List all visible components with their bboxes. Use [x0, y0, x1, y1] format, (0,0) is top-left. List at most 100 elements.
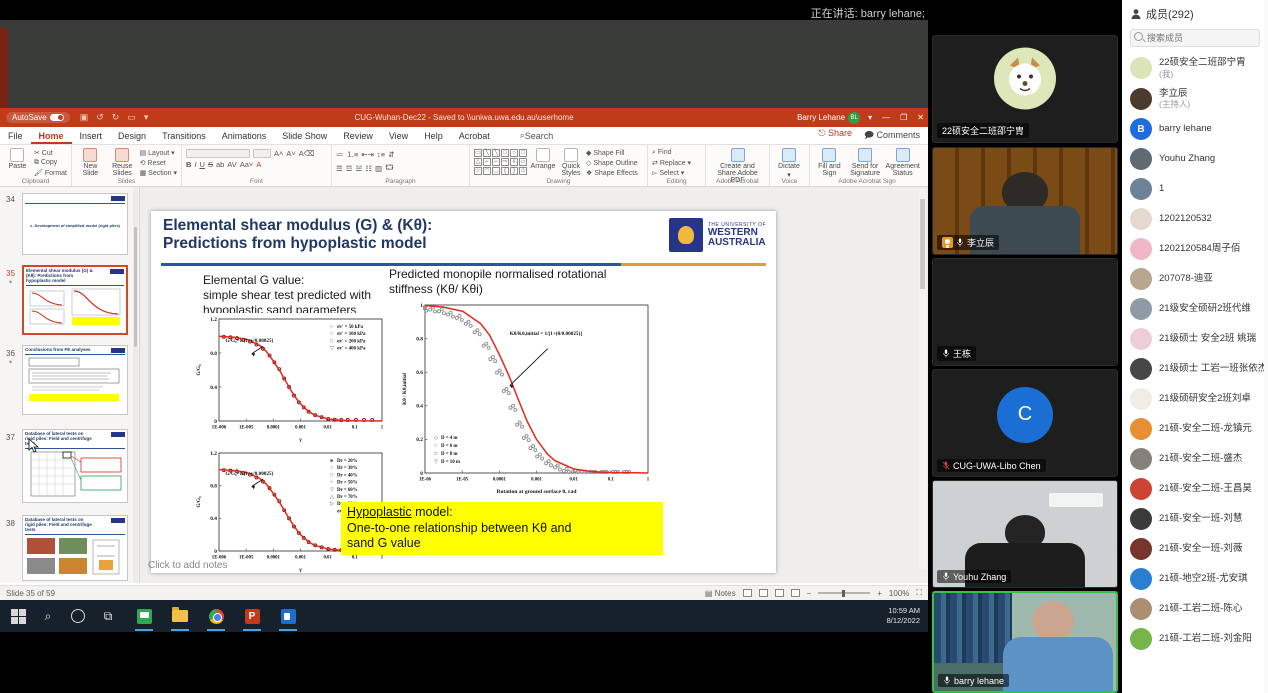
participant-row[interactable]: 李立辰 (主持人): [1122, 84, 1268, 115]
italic-button[interactable]: I: [194, 160, 196, 169]
ribbon-display-icon[interactable]: ▾: [868, 113, 872, 122]
reset-button[interactable]: ⟲ Reset: [140, 159, 177, 167]
quick-styles-button[interactable]: Quick Styles: [559, 147, 583, 177]
video-tile-2[interactable]: 李立辰: [932, 147, 1118, 255]
align-left-icon[interactable]: ☰: [336, 164, 343, 173]
numbering-icon[interactable]: ⒈≡: [347, 149, 359, 160]
video-tile-1[interactable]: 22硕安全二班邵宁胄: [932, 35, 1118, 143]
slideshow-view-icon[interactable]: [791, 589, 800, 597]
grow-font-icon[interactable]: A˄: [274, 149, 283, 158]
agreement-status-button[interactable]: Agreement Status: [885, 147, 920, 177]
start-button[interactable]: [6, 604, 30, 628]
participant-row[interactable]: Youhu Zhang: [1122, 144, 1268, 174]
main-scrollbar[interactable]: [919, 189, 926, 569]
participant-row[interactable]: 21硕-工岩二班-陈心: [1122, 594, 1268, 624]
shape-outline-button[interactable]: ◇ Shape Outline: [586, 159, 638, 167]
reuse-slides-button[interactable]: Reuse Slides: [108, 147, 137, 177]
zoom-in-button[interactable]: +: [877, 589, 882, 598]
zoom-out-button[interactable]: −: [807, 589, 812, 598]
bullets-icon[interactable]: ≔: [336, 150, 344, 159]
ribbon-search[interactable]: ⌕ Search: [512, 127, 562, 144]
tab-acrobat[interactable]: Acrobat: [451, 127, 498, 144]
replace-button[interactable]: ⇄ Replace ▾: [652, 159, 691, 167]
tab-insert[interactable]: Insert: [72, 127, 111, 144]
participant-row[interactable]: 21级硕士 工岩一班张依杰: [1122, 354, 1268, 384]
taskbar-clock[interactable]: 10:59 AM 8/12/2022: [887, 606, 920, 626]
participant-row[interactable]: 21硕-地空2班-尤安琪: [1122, 564, 1268, 594]
quick-access-toolbar[interactable]: ▣ ↺ ↻ ▭ ▾: [80, 112, 149, 123]
meeting-app-icon[interactable]: [276, 604, 300, 628]
participant-row[interactable]: 21硕-安全一班-刘薇: [1122, 534, 1268, 564]
strike-button[interactable]: S: [208, 160, 213, 169]
layout-button[interactable]: ▤ Layout ▾: [140, 149, 177, 157]
zoom-slider[interactable]: [818, 592, 870, 594]
shape-effects-button[interactable]: ❖ Shape Effects: [586, 169, 638, 177]
participant-row[interactable]: 21级安全硕研2班代维: [1122, 294, 1268, 324]
participant-row[interactable]: 21级硕研安全2班刘卓: [1122, 384, 1268, 414]
dictate-button[interactable]: Dictate ▾: [774, 147, 804, 179]
shrink-font-icon[interactable]: A˅: [286, 149, 295, 158]
cut-button[interactable]: ✂ Cut: [34, 149, 67, 157]
shape-gallery[interactable]: ▭╲╲□○□ △⌐⌐⇨⇩▱ ☆◠◡{}✩: [474, 147, 527, 175]
participant-row[interactable]: 21硕-工岩二班-刘金阳: [1122, 624, 1268, 654]
participant-row[interactable]: 21级硕士 安全2班 姚瑞: [1122, 324, 1268, 354]
participant-row[interactable]: 1: [1122, 174, 1268, 204]
notes-placeholder[interactable]: Click to add notes: [148, 560, 228, 571]
new-slide-button[interactable]: New Slide: [76, 147, 105, 177]
video-tile-3[interactable]: 王栋: [932, 258, 1118, 366]
close-button[interactable]: ✕: [917, 113, 924, 122]
video-tile-4[interactable]: C CUG-UWA-Libo Chen: [932, 369, 1118, 477]
arrange-button[interactable]: Arrange: [530, 147, 556, 170]
indent-icons[interactable]: ⇤⇥: [361, 150, 374, 159]
participant-row[interactable]: 207078-迪亚: [1122, 264, 1268, 294]
tab-home[interactable]: Home: [31, 127, 72, 144]
slide-thumbnail-38[interactable]: Database of lateral tests on rigid piles…: [22, 515, 128, 581]
participant-row[interactable]: 22硕安全二班邵宁胄 (我): [1122, 53, 1268, 84]
columns-icon[interactable]: ▥: [375, 164, 382, 173]
slide-thumbnail-36[interactable]: Conclusions from FE analyses: [22, 345, 128, 415]
font-size-box[interactable]: [253, 149, 271, 158]
video-tile-5[interactable]: Youhu Zhang: [932, 480, 1118, 588]
justify-icon[interactable]: ☷: [365, 164, 372, 173]
taskbar-search-icon[interactable]: ⌕: [36, 604, 60, 628]
copy-button[interactable]: ⧉ Copy: [34, 159, 67, 167]
tab-transitions[interactable]: Transitions: [154, 127, 214, 144]
tab-review[interactable]: Review: [335, 127, 381, 144]
autosave-toggle[interactable]: AutoSave: [6, 112, 70, 123]
align-right-icon[interactable]: ☱: [355, 164, 362, 173]
participant-row[interactable]: 21硕-安全二班-龙镇元: [1122, 414, 1268, 444]
tab-help[interactable]: Help: [416, 127, 451, 144]
redo-icon[interactable]: ↻: [112, 112, 120, 123]
participant-row[interactable]: 21硕-安全二班-盛杰: [1122, 444, 1268, 474]
account-chip[interactable]: Barry Lehane BL: [797, 112, 860, 124]
normal-view-icon[interactable]: [743, 589, 752, 597]
restore-button[interactable]: ❐: [900, 113, 907, 122]
save-icon[interactable]: ▣: [80, 112, 89, 123]
minimize-button[interactable]: —: [882, 113, 890, 122]
task-view-icon[interactable]: ⧉: [96, 604, 120, 628]
qat-dropdown-icon[interactable]: ▾: [144, 112, 149, 123]
slideshow-icon[interactable]: ▭: [127, 112, 136, 123]
undo-icon[interactable]: ↺: [96, 112, 104, 123]
comments-button[interactable]: 🗩 Comments: [864, 128, 920, 144]
zoom-level[interactable]: 100%: [889, 589, 909, 598]
chrome-icon[interactable]: [204, 604, 228, 628]
paste-button[interactable]: Paste: [4, 147, 31, 170]
clear-format-icon[interactable]: A⌫: [299, 149, 315, 158]
slide-thumbnail-34[interactable]: c. Development of simplified model (rigi…: [22, 193, 128, 255]
align-center-icon[interactable]: ☲: [346, 164, 353, 173]
smartart-icon[interactable]: ⮔: [385, 162, 394, 175]
shape-fill-button[interactable]: ◆ Shape Fill: [586, 149, 638, 157]
participants-scrollbar[interactable]: [1264, 0, 1268, 693]
font-name-box[interactable]: [186, 149, 250, 158]
fit-slide-icon[interactable]: ⛶: [916, 588, 922, 598]
send-signature-button[interactable]: Send for Signature: [848, 147, 883, 177]
slide-thumbnail-35[interactable]: Elemental shear modulus (G) & (Kθ): Pred…: [22, 265, 128, 335]
screen-share-app-icon[interactable]: [132, 604, 156, 628]
slide-sorter-icon[interactable]: [759, 589, 768, 597]
text-direction-icon[interactable]: ⇵: [388, 150, 394, 159]
share-button[interactable]: ⎋ Share: [818, 128, 852, 144]
tab-animations[interactable]: Animations: [214, 127, 275, 144]
participant-row[interactable]: 21硕-安全一班-刘慧: [1122, 504, 1268, 534]
find-button[interactable]: ⌕ Find: [652, 149, 691, 157]
